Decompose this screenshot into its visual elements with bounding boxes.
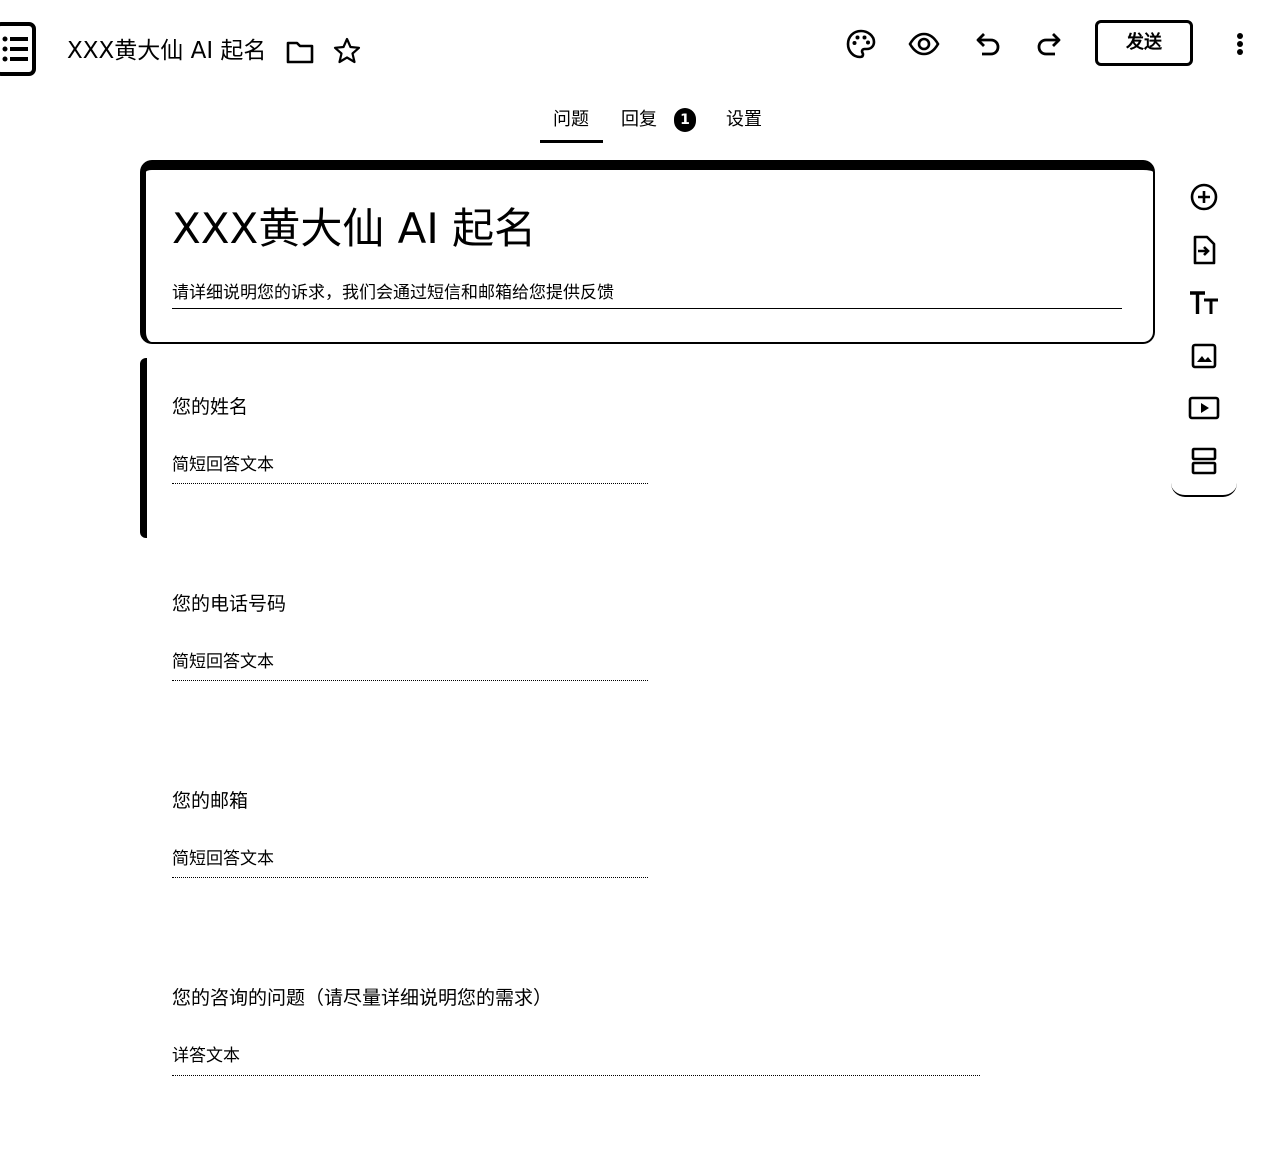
description-underline (172, 308, 1122, 309)
tab-questions[interactable]: 问题 (553, 106, 589, 134)
form-title[interactable]: XXX黄大仙 AI 起名 (172, 200, 536, 258)
active-question-indicator (140, 358, 147, 538)
question-title-inquiry[interactable]: 您的咨询的问题（请尽量详细说明您的需求） (172, 984, 552, 1012)
answer-underline (172, 483, 648, 484)
answer-underline (172, 1075, 980, 1076)
add-section-icon[interactable] (1187, 444, 1221, 478)
tab-settings[interactable]: 设置 (726, 106, 762, 134)
send-button[interactable]: 发送 (1095, 20, 1193, 66)
preview-eye-icon[interactable] (907, 27, 941, 61)
more-vert-icon[interactable] (1228, 28, 1252, 62)
question-title-phone[interactable]: 您的电话号码 (172, 590, 286, 618)
star-icon[interactable] (332, 36, 362, 66)
undo-icon[interactable] (970, 27, 1004, 61)
add-title-icon[interactable] (1187, 286, 1221, 320)
short-answer-placeholder: 简短回答文本 (172, 455, 274, 475)
add-image-icon[interactable] (1187, 339, 1221, 373)
short-answer-placeholder: 简短回答文本 (172, 652, 274, 672)
add-question-icon[interactable] (1187, 180, 1221, 214)
tab-responses[interactable]: 回复 (621, 106, 657, 134)
redo-icon[interactable] (1033, 27, 1067, 61)
folder-icon[interactable] (285, 38, 315, 66)
document-title[interactable]: XXX黄大仙 AI 起名 (67, 35, 266, 67)
active-tab-indicator (540, 140, 603, 143)
long-answer-placeholder: 详答文本 (172, 1046, 240, 1066)
short-answer-placeholder: 简短回答文本 (172, 849, 274, 869)
palette-icon[interactable] (844, 27, 878, 61)
import-questions-icon[interactable] (1187, 233, 1221, 267)
question-title-name[interactable]: 您的姓名 (172, 393, 248, 421)
responses-count-badge: 1 (674, 108, 696, 132)
add-video-icon[interactable] (1187, 391, 1221, 425)
question-title-email[interactable]: 您的邮箱 (172, 787, 248, 815)
answer-underline (172, 877, 648, 878)
top-bar: XXX黄大仙 AI 起名 发送 (0, 0, 1280, 95)
answer-underline (172, 680, 648, 681)
forms-app-icon[interactable] (0, 22, 38, 76)
form-description[interactable]: 请详细说明您的诉求，我们会通过短信和邮箱给您提供反馈 (172, 280, 614, 306)
